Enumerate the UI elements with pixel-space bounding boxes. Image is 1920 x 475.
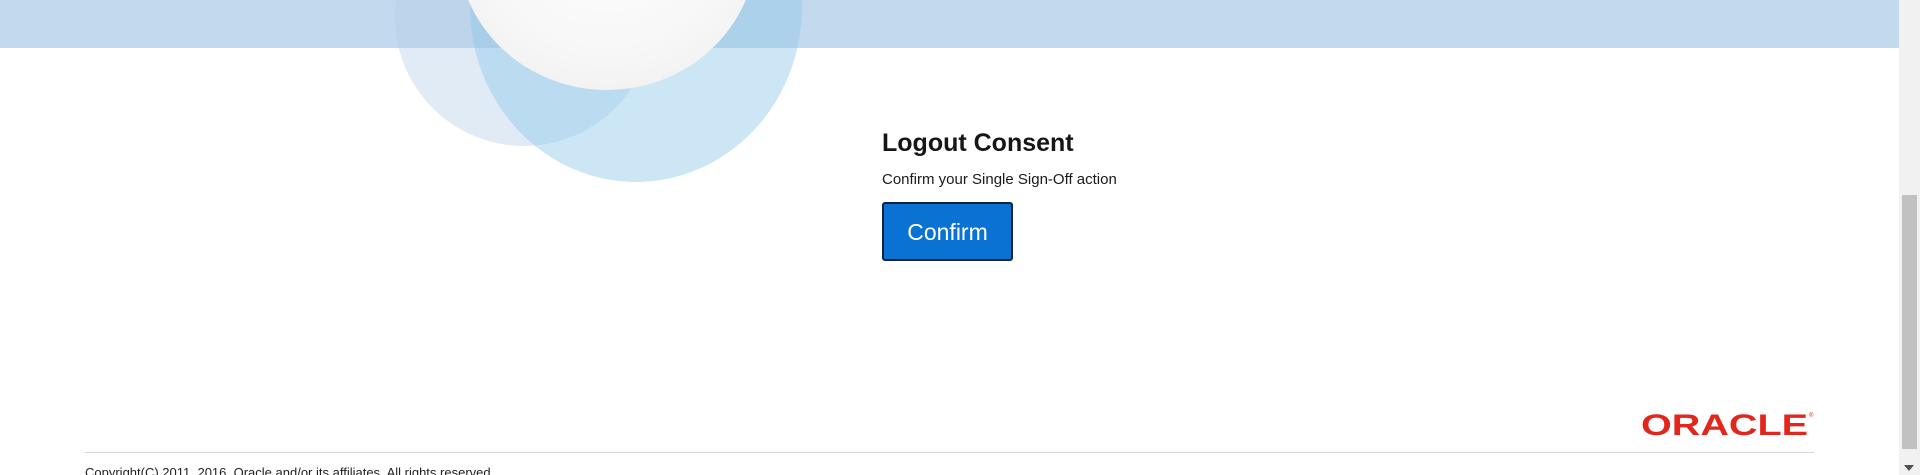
scroll-down-arrow-icon[interactable]	[1904, 465, 1914, 471]
browser-page: Logout Consent Confirm your Single Sign-…	[0, 0, 1920, 475]
header-banner	[0, 0, 1899, 48]
consent-description: Confirm your Single Sign-Off action	[882, 171, 1117, 188]
vertical-scrollbar[interactable]	[1899, 0, 1920, 475]
footer-divider	[85, 452, 1814, 453]
oracle-logo-text: ORACLE	[1641, 409, 1808, 437]
page-title: Logout Consent	[882, 129, 1074, 157]
scrollbar-thumb[interactable]	[1902, 195, 1917, 449]
svg-text:®: ®	[1809, 412, 1814, 419]
oracle-logo: ORACLE ®	[1641, 409, 1814, 437]
confirm-button[interactable]: Confirm	[882, 202, 1013, 261]
page-viewport: Logout Consent Confirm your Single Sign-…	[0, 0, 1899, 475]
copyright-text: Copyright(C) 2011, 2016, Oracle and/or i…	[85, 465, 495, 475]
logout-consent-panel: Logout Consent Confirm your Single Sign-…	[882, 128, 1117, 261]
